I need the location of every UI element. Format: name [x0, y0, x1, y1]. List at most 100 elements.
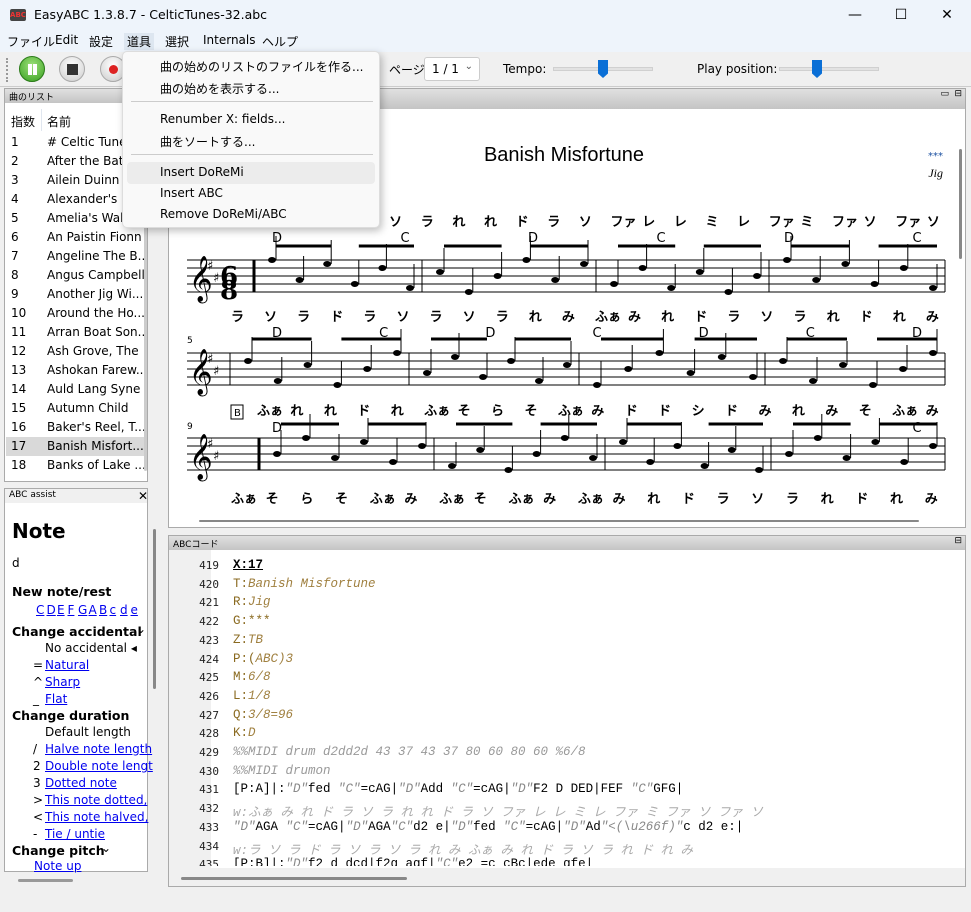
- table-row[interactable]: 14 Auld Lang Syne: [6, 380, 146, 399]
- table-row[interactable]: 15 Autumn Child: [6, 399, 146, 418]
- abc-editor[interactable]: 419 X:17 420 T:Banish Misfortune 421 R:Jig 422…: [169, 536, 965, 866]
- code-line[interactable]: Q:3/8=96: [233, 708, 293, 722]
- table-row[interactable]: 17 Banish Misfort...: [6, 437, 146, 456]
- code-line[interactable]: T:Banish Misfortune: [233, 577, 376, 591]
- pitch-link-note-up[interactable]: Note up: [34, 859, 81, 873]
- duration-link[interactable]: This note halved,: [45, 810, 148, 824]
- menu-0[interactable]: ファイル: [4, 33, 58, 50]
- note-link-E[interactable]: E: [57, 603, 65, 617]
- assist-scrollbar[interactable]: [153, 529, 156, 689]
- code-line[interactable]: K:D: [233, 726, 256, 740]
- code-line[interactable]: Z:TB: [233, 633, 263, 647]
- song-index: 4: [11, 192, 19, 206]
- table-row[interactable]: 12 Ash Grove, The: [6, 342, 146, 361]
- code-line[interactable]: %%MIDI drum d2dd2d 43 37 43 37 80 60 80 …: [233, 745, 586, 759]
- code-line[interactable]: L:1/8: [233, 689, 271, 703]
- note-link-D[interactable]: D: [47, 603, 56, 617]
- menu-item-0[interactable]: 曲の始めのリストのファイルを作る...: [127, 55, 375, 77]
- table-row[interactable]: 10 Around the Ho...: [6, 304, 146, 323]
- menu-item-6[interactable]: Remove DoReMi/ABC: [127, 204, 375, 226]
- code-line[interactable]: "D"AGA "C"=cAG|"D"AGA"C"d2 e|"D"fed "C"=…: [233, 820, 743, 834]
- column-header-name[interactable]: 名前: [47, 113, 71, 130]
- menu-item-4[interactable]: Insert DoReMi: [127, 162, 375, 184]
- line-number: 429: [199, 746, 219, 759]
- table-row[interactable]: 11 Arran Boat Son...: [6, 323, 146, 342]
- code-line[interactable]: [P:A]|:"D"fed "C"=cAG|"D"Add "C"=cAG|"D"…: [233, 782, 683, 796]
- note-link-B[interactable]: B: [99, 603, 107, 617]
- code-line[interactable]: %%MIDI drumon: [233, 764, 331, 778]
- code-line[interactable]: R:Jig: [233, 595, 271, 609]
- duration-link[interactable]: Double note lengt: [45, 759, 153, 773]
- duration-link[interactable]: This note dotted,: [45, 793, 147, 807]
- accidental-link-flat[interactable]: Flat: [45, 692, 67, 706]
- accidental-link-sharp[interactable]: Sharp: [45, 675, 80, 689]
- accidental-symbol: =: [33, 658, 44, 672]
- note-link-F[interactable]: F: [68, 603, 75, 617]
- code-line[interactable]: G:***: [233, 614, 271, 628]
- duration-link[interactable]: Dotted note: [45, 776, 117, 790]
- code-line[interactable]: w:ふぁ み れ ド ラ ソ ラ れ れ ド ラ ソ ファ レ レ ミ レ ファ…: [233, 801, 763, 820]
- menu-item-1[interactable]: 曲の始めを表示する...: [127, 77, 375, 99]
- menu-6[interactable]: ヘルプ: [259, 33, 301, 50]
- note-link-C[interactable]: C: [36, 603, 44, 617]
- code-line[interactable]: P:(ABC)3: [233, 652, 293, 666]
- maximize-button[interactable]: ☐: [878, 0, 924, 30]
- table-row[interactable]: 16 Baker's Reel, T...: [6, 418, 146, 437]
- note-link-d[interactable]: d: [120, 603, 128, 617]
- score-v-scrollbar[interactable]: [959, 149, 962, 259]
- table-row[interactable]: 13 Ashokan Farew...: [6, 361, 146, 380]
- lyric-syllable: れ: [484, 215, 497, 230]
- code-h-scrollbar[interactable]: [181, 877, 407, 880]
- expand-icon[interactable]: ⌄: [136, 622, 146, 636]
- tempo-slider-thumb[interactable]: [598, 60, 608, 78]
- table-row[interactable]: 18 Banks of Lake ...: [6, 456, 146, 475]
- lyric-syllable: み: [926, 404, 939, 419]
- line-number: 423: [199, 633, 219, 647]
- note-head: [700, 463, 709, 469]
- menu-3[interactable]: 道具: [124, 33, 155, 50]
- note-link-e[interactable]: e: [131, 603, 138, 617]
- close-assist-icon[interactable]: ✕: [138, 489, 148, 503]
- menu-1[interactable]: Edit: [52, 33, 81, 47]
- maximize-pane-icon[interactable]: ⊟: [954, 89, 962, 99]
- note-head: [900, 459, 909, 465]
- page-select[interactable]: 1 / 1 ⌄: [424, 57, 480, 81]
- menu-2[interactable]: 設定: [86, 33, 116, 50]
- note-head: [350, 281, 359, 287]
- note-link-G[interactable]: G: [78, 603, 87, 617]
- code-line[interactable]: M:6/8: [233, 670, 271, 684]
- toolbar-grip[interactable]: [6, 58, 8, 82]
- expand-pitch-icon[interactable]: ⌄: [101, 841, 111, 855]
- play-position-slider[interactable]: [779, 67, 879, 71]
- code-line[interactable]: [P:B]|:"D"f2 d dcd|f2g agf|"C"e2 =c cBc|…: [233, 857, 593, 866]
- minimize-pane-icon[interactable]: ▭: [940, 89, 949, 99]
- code-line[interactable]: X:17: [233, 558, 263, 572]
- pause-button[interactable]: [19, 56, 45, 82]
- assist-h-scrollbar[interactable]: [18, 879, 73, 882]
- table-row[interactable]: 8 Angus Campbell: [6, 266, 146, 285]
- menu-item-5[interactable]: Insert ABC: [127, 183, 375, 205]
- note-head: [870, 281, 879, 287]
- table-row[interactable]: 9 Another Jig Wi...: [6, 285, 146, 304]
- play-position-slider-thumb[interactable]: [812, 60, 822, 78]
- duration-link[interactable]: Halve note length: [45, 742, 152, 756]
- column-header-index[interactable]: 指数: [11, 113, 35, 130]
- stop-button[interactable]: [59, 56, 85, 82]
- menu-4[interactable]: 選択: [162, 33, 192, 50]
- note-head: [724, 289, 733, 295]
- note-link-c[interactable]: c: [110, 603, 117, 617]
- code-line[interactable]: w:ラ ソ ラ ド ラ ソ ラ ソ ラ れ み ふぁ み れ ド ラ ソ ラ れ…: [233, 839, 693, 858]
- accidental-link-natural[interactable]: Natural: [45, 658, 89, 672]
- minimize-button[interactable]: —: [832, 0, 878, 30]
- menu-item-3[interactable]: 曲をソートする...: [127, 130, 375, 152]
- duration-link[interactable]: Tie / untie: [45, 827, 105, 841]
- score-h-scrollbar[interactable]: [199, 520, 919, 522]
- lyric-syllable: ら: [491, 404, 504, 419]
- close-button[interactable]: ✕: [924, 0, 970, 30]
- note-link-A[interactable]: A: [89, 603, 97, 617]
- menu-5[interactable]: Internals: [200, 33, 259, 47]
- menu-item-2[interactable]: Renumber X: fields...: [127, 109, 375, 131]
- note-head: [727, 447, 736, 453]
- table-row[interactable]: 7 Angeline The B...: [6, 247, 146, 266]
- table-row[interactable]: 6 An Paistin Fionn: [6, 228, 146, 247]
